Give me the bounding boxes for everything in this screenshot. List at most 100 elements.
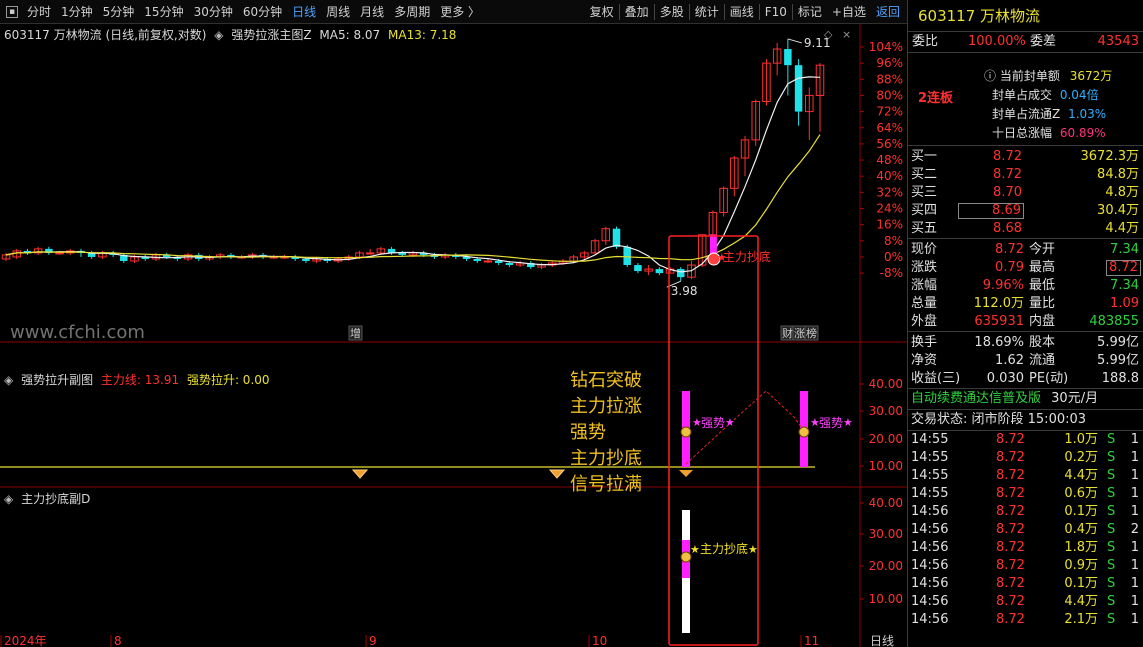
tab-monthly[interactable]: 月线: [355, 0, 389, 24]
tab-30min[interactable]: 30分钟: [189, 0, 238, 24]
indicator-name[interactable]: 强势拉涨主图Z: [231, 28, 311, 42]
money-bag-icon: [798, 426, 810, 438]
promo-text[interactable]: 自动续费通达信普及版: [911, 391, 1041, 406]
fund-label: 股本: [1029, 335, 1056, 350]
trade-count: 1: [1130, 504, 1139, 519]
trade-price: 8.72: [996, 540, 1025, 555]
event-marker-cai: 财: [782, 326, 793, 340]
trade-row: 14:56 8.72 0.1万 S 1: [908, 503, 1143, 521]
trade-time: 14:56: [911, 594, 949, 609]
trade-price: 8.72: [996, 504, 1025, 519]
mark-button[interactable]: 标记: [793, 0, 827, 24]
adjust-button[interactable]: 复权: [585, 0, 619, 24]
tab-60min[interactable]: 60分钟: [238, 0, 287, 24]
stock-title: 603117 万林物流 (日线,前复权,对数): [4, 28, 207, 42]
stat-label: 量比: [1029, 296, 1056, 311]
multi-stock-button[interactable]: 多股: [655, 0, 689, 24]
event-marker-zeng: 增: [350, 326, 361, 340]
trade-price: 8.72: [996, 522, 1025, 537]
trade-side: S: [1107, 432, 1116, 447]
tab-5min[interactable]: 5分钟: [98, 0, 140, 24]
tab-fenshi[interactable]: 分时: [22, 0, 56, 24]
annotation-line: 强势: [570, 422, 606, 443]
price-axis-label: 104%: [869, 40, 903, 54]
price-axis-label: 8%: [884, 234, 903, 248]
f10-button[interactable]: F10: [760, 0, 792, 24]
trade-count: 1: [1130, 612, 1139, 627]
trade-volume: 0.2万: [1064, 450, 1098, 465]
tab-multi-period[interactable]: 多周期: [389, 0, 435, 24]
price-axis-label: 64%: [876, 121, 903, 135]
kline-chart-pane[interactable]: 104% 96% 88% 80% 72% 64% 56% 48% 40% 32% 24% 16% 8% 0…: [0, 24, 907, 647]
signal-label: 主力抄底: [723, 249, 771, 264]
trade-row: 14:56 8.72 2.1万 S 1: [908, 611, 1143, 629]
indicator-arrow-icon[interactable]: ◈: [214, 28, 223, 42]
candle-body: [494, 260, 503, 264]
trade-price: 8.72: [996, 576, 1025, 591]
close-icon: ×: [842, 28, 851, 41]
sub2-axis-label: 10.00: [869, 592, 903, 606]
trade-volume: 4.4万: [1064, 468, 1098, 483]
stat-label: 今开: [1029, 242, 1056, 257]
back-button[interactable]: 返回: [871, 0, 905, 24]
trade-time: 14:56: [911, 612, 949, 627]
trade-volume: 0.6万: [1064, 486, 1098, 501]
fund-label: 流通: [1029, 353, 1056, 368]
draw-line-button[interactable]: 画线: [725, 0, 759, 24]
trade-ticks[interactable]: 14:55 8.72 1.0万 S 1 14:55 8.72 0.2万 S 1 14:55 8.72 4…: [908, 431, 1143, 631]
sub1-name[interactable]: 强势拉升副图: [21, 373, 93, 387]
strong-signal-label: 强势: [701, 416, 725, 430]
indicator-arrow-icon[interactable]: ◈: [4, 492, 13, 506]
indicator-arrow-icon[interactable]: ◈: [4, 373, 13, 387]
diamond-icon: [548, 469, 566, 479]
sub2-name[interactable]: 主力抄底副D: [21, 492, 90, 506]
stat-row: 总量 112.0万 量比 1.09: [908, 295, 1143, 313]
bid-price: 8.72: [993, 167, 1022, 182]
stat-value: 483855: [1089, 314, 1139, 329]
tab-daily[interactable]: 日线: [287, 0, 321, 24]
tab-15min[interactable]: 15分钟: [139, 0, 188, 24]
bid-row: 买二 8.72 84.8万: [908, 166, 1143, 184]
stat-label: 涨幅: [911, 278, 938, 293]
bid-row: 买五 8.68 4.4万: [908, 220, 1143, 238]
tab-weekly[interactable]: 周线: [321, 0, 355, 24]
fund-row: 收益(三) 0.030 PE(动) 188.8: [908, 370, 1143, 388]
trade-status-text: 交易状态: 闭市阶段 15:00:03: [911, 412, 1087, 427]
bid-label: 买五: [911, 221, 938, 236]
candle-body: [784, 49, 792, 66]
seal-float-label: 封单占流通Z: [992, 107, 1061, 121]
price-axis-label: 24%: [876, 202, 903, 216]
tab-1min[interactable]: 1分钟: [56, 0, 98, 24]
price-axis-label: 32%: [876, 185, 903, 199]
stat-row: 现价 8.72 今开 7.34: [908, 241, 1143, 259]
promo-link[interactable]: 自动续费通达信普及版 30元/月: [908, 389, 1143, 409]
trade-price: 8.72: [996, 468, 1025, 483]
stat-value: 9.96%: [982, 278, 1024, 293]
promo-price[interactable]: 30元/月: [1051, 391, 1098, 406]
stat-value: 7.34: [1110, 242, 1139, 257]
trade-volume: 1.8万: [1064, 540, 1098, 555]
trade-time: 14:56: [911, 504, 949, 519]
trade-time: 14:56: [911, 540, 949, 555]
candle-body: [623, 246, 631, 266]
add-watchlist-button[interactable]: +自选: [827, 0, 871, 24]
date-label: 11: [804, 634, 819, 647]
date-label: 9: [369, 634, 377, 647]
candle-body: [612, 228, 621, 247]
trade-volume: 4.4万: [1064, 594, 1098, 609]
menu-icon[interactable]: ▪: [6, 6, 18, 18]
tab-more[interactable]: 更多 〉: [435, 0, 485, 24]
trade-count: 1: [1130, 468, 1139, 483]
overlay-button[interactable]: 叠加: [620, 0, 654, 24]
bid-row: 买四 8.69 30.4万: [908, 202, 1143, 220]
bid-label: 买三: [911, 185, 938, 200]
trade-time: 14:55: [911, 450, 949, 465]
seal-float-row: 封单占流通Z 1.03%: [992, 105, 1106, 122]
stat-value: 7.34: [1110, 278, 1139, 293]
stat-row: 涨幅 9.96% 最低 7.34: [908, 277, 1143, 295]
stat-label: 外盘: [911, 314, 938, 329]
stat-label: 内盘: [1029, 314, 1056, 329]
stats-button[interactable]: 统计: [690, 0, 724, 24]
fund-row: 换手 18.69% 股本 5.99亿: [908, 334, 1143, 352]
trade-row: 14:56 8.72 0.4万 S 2: [908, 521, 1143, 539]
